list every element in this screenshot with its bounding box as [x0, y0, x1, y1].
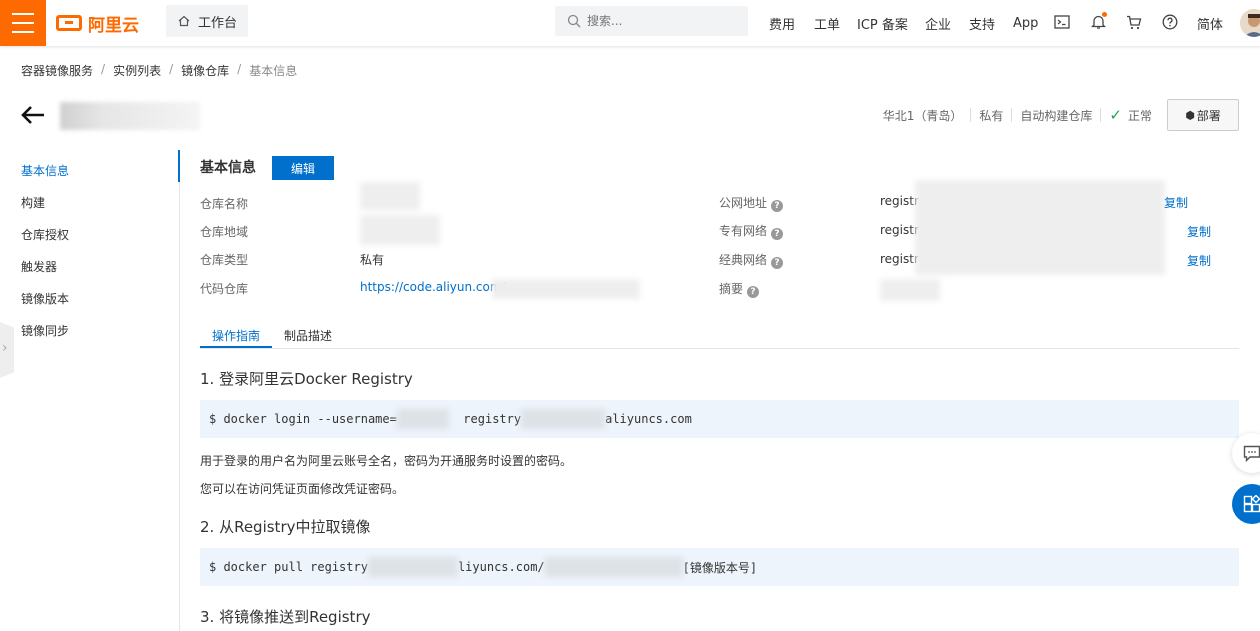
- chevron-right-icon: ›: [2, 340, 8, 356]
- label-digest: 摘要?: [719, 280, 760, 298]
- question-icon: ?: [771, 257, 784, 269]
- tab-active-indicator: [200, 346, 272, 348]
- chat-icon: [1243, 445, 1260, 462]
- brand-name: 阿里云: [88, 15, 139, 36]
- back-arrow-icon[interactable]: [20, 104, 46, 126]
- nav-enterprise[interactable]: 企业: [925, 0, 951, 46]
- cart-icon[interactable]: [1124, 12, 1144, 32]
- label-public-address: 公网地址?: [719, 194, 784, 212]
- step2-title: 2. 从Registry中拉取镜像: [200, 518, 371, 536]
- sidebar-item-trigger[interactable]: 触发器: [21, 258, 57, 275]
- copy-public-button[interactable]: 复制: [1164, 194, 1188, 211]
- section-title: 基本信息: [200, 160, 256, 176]
- step2-code-block[interactable]: $ docker pull registry liyuncs.com/[镜像版本号…: [200, 548, 1239, 586]
- tab-guide[interactable]: 操作指南: [212, 327, 260, 344]
- terminal-icon[interactable]: [1052, 12, 1072, 32]
- sidebar-active-indicator: [178, 150, 180, 182]
- breadcrumb-item[interactable]: 容器镜像服务: [21, 62, 93, 79]
- address-redacted: [915, 180, 1165, 275]
- aliyun-logo-icon: [56, 15, 82, 31]
- label-code-repo: 代码仓库: [200, 282, 249, 296]
- apps-button[interactable]: [1232, 484, 1260, 524]
- step1-desc-2: 您可以在访问凭证页面修改凭证密码。: [200, 482, 405, 496]
- question-icon: ?: [771, 200, 784, 212]
- breadcrumb-item[interactable]: 实例列表: [113, 62, 161, 79]
- nav-icp[interactable]: ICP 备案: [857, 0, 908, 46]
- step1-code-block[interactable]: $ docker login --username= registry aliyu…: [200, 400, 1239, 438]
- menu-icon[interactable]: [0, 0, 46, 46]
- breadcrumb-item[interactable]: 镜像仓库: [181, 62, 229, 79]
- sidebar-collapse-handle[interactable]: ›: [0, 322, 14, 378]
- sidebar: 基本信息 构建 仓库授权 触发器 镜像版本 镜像同步: [0, 150, 180, 631]
- classic-address-value: registr: [880, 252, 919, 266]
- help-icon[interactable]: [1160, 12, 1180, 32]
- build-type-text: 自动构建仓库: [1020, 108, 1093, 123]
- label-classic-address: 经典网络?: [719, 251, 784, 269]
- step3-title: 3. 将镜像推送到Registry: [200, 608, 371, 626]
- repo-name-redacted: [360, 182, 420, 210]
- cube-icon: ⬢: [1185, 108, 1195, 122]
- sidebar-item-image-sync[interactable]: 镜像同步: [21, 322, 69, 339]
- avatar[interactable]: [1240, 9, 1260, 37]
- code-repo-link[interactable]: https://code.aliyun.com/: [360, 280, 506, 294]
- top-bar: 阿里云 工作台 费用 工单 ICP 备案 企业 支持 App 简体: [0, 0, 1260, 46]
- digest-redacted: [880, 279, 940, 301]
- question-icon: ?: [747, 286, 760, 298]
- label-repo-name: 仓库名称: [200, 197, 249, 211]
- check-icon: ✓: [1109, 106, 1122, 124]
- home-icon: [178, 15, 190, 27]
- code-repo-redacted: [492, 279, 640, 299]
- nav-billing[interactable]: 费用: [769, 0, 795, 46]
- step1-title: 1. 登录阿里云Docker Registry: [200, 370, 413, 388]
- search-input[interactable]: [587, 14, 737, 28]
- visibility-text: 私有: [979, 108, 1004, 123]
- repo-region-redacted: [360, 215, 440, 245]
- vpc-address-value: registr: [880, 223, 919, 237]
- sidebar-item-authorization[interactable]: 仓库授权: [21, 226, 69, 243]
- tab-bar: 操作指南 制品描述: [200, 322, 1239, 349]
- search-icon: [567, 14, 581, 28]
- copy-classic-button[interactable]: 复制: [1187, 252, 1211, 269]
- deploy-button[interactable]: ⬢ 部署: [1167, 99, 1239, 131]
- question-icon: ?: [771, 228, 784, 240]
- sidebar-item-image-versions[interactable]: 镜像版本: [21, 290, 69, 307]
- feedback-button[interactable]: [1232, 433, 1260, 473]
- sidebar-item-build[interactable]: 构建: [21, 194, 45, 211]
- language-switch[interactable]: 简体: [1197, 0, 1223, 46]
- notification-dot: [1102, 12, 1107, 17]
- tab-artifact-description[interactable]: 制品描述: [284, 327, 332, 344]
- page-title-redacted: [60, 102, 200, 130]
- repo-type-value: 私有: [360, 253, 385, 267]
- region-text: 华北1（青岛）: [882, 108, 963, 123]
- label-vpc-address: 专有网络?: [719, 222, 784, 240]
- public-address-value: registr: [880, 194, 919, 208]
- nav-app[interactable]: App: [1013, 0, 1038, 46]
- workbench-label: 工作台: [198, 15, 238, 31]
- brand-logo[interactable]: 阿里云: [56, 12, 139, 36]
- breadcrumb-current: 基本信息: [249, 64, 298, 78]
- nav-support[interactable]: 支持: [969, 0, 995, 46]
- status-text: 正常: [1127, 108, 1152, 123]
- edit-button[interactable]: 编辑: [272, 156, 334, 180]
- repo-status-row: 华北1（青岛） 私有 自动构建仓库 ✓ 正常: [883, 106, 1152, 124]
- workbench-button[interactable]: 工作台: [166, 5, 248, 37]
- apps-icon: [1243, 495, 1260, 513]
- deploy-label: 部署: [1196, 108, 1221, 123]
- label-repo-type: 仓库类型: [200, 253, 249, 267]
- search-box[interactable]: [555, 6, 748, 36]
- copy-vpc-button[interactable]: 复制: [1187, 223, 1211, 240]
- label-repo-region: 仓库地域: [200, 225, 249, 239]
- bell-icon[interactable]: [1088, 12, 1108, 32]
- step1-desc-1: 用于登录的用户名为阿里云账号全名，密码为开通服务时设置的密码。: [200, 454, 573, 468]
- breadcrumb: 容器镜像服务 / 实例列表 / 镜像仓库 / 基本信息: [21, 62, 298, 79]
- nav-ticket[interactable]: 工单: [814, 0, 840, 46]
- sidebar-item-basic-info[interactable]: 基本信息: [21, 162, 69, 179]
